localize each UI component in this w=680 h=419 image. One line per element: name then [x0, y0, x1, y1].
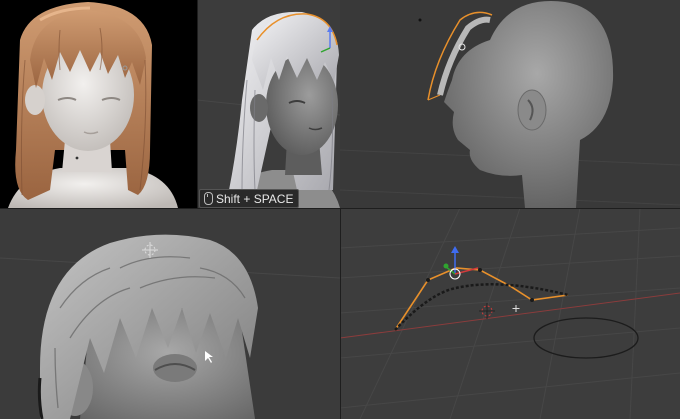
transform-gizmo-icon[interactable]: [443, 246, 479, 280]
side-profile-scene: [340, 1, 680, 208]
curve-edit-scene: [340, 208, 680, 419]
hair-closeup-viewport[interactable]: [0, 208, 340, 419]
shortcut-hint: Shift + SPACE: [199, 189, 300, 208]
render-preview-panel: [0, 0, 197, 208]
mouse-icon: [204, 192, 213, 205]
curve-edit-viewport[interactable]: [340, 208, 680, 419]
side-profile-viewport[interactable]: [340, 0, 680, 208]
shortcut-hint-text: Shift + SPACE: [216, 191, 294, 206]
hair-closeup-scene: [0, 234, 340, 419]
render-preview-image: [8, 2, 178, 208]
hair-edit-scene: [197, 11, 340, 208]
hair-edit-viewport[interactable]: [197, 0, 340, 208]
